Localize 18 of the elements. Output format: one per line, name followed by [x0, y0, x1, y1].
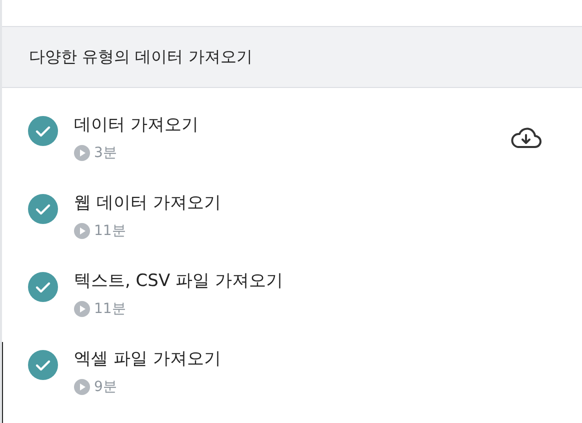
play-icon	[74, 301, 90, 317]
lesson-item[interactable]: 웹 데이터 가져오기 11분	[2, 186, 582, 264]
duration-text: 9분	[94, 378, 117, 396]
lesson-title: 웹 데이터 가져오기	[74, 192, 222, 215]
play-icon	[74, 145, 90, 161]
section-title: 다양한 유형의 데이터 가져오기	[29, 46, 252, 68]
play-icon	[74, 379, 90, 395]
lesson-title: 엑셀 파일 가져오기	[74, 348, 222, 371]
lesson-title: 텍스트, CSV 파일 가져오기	[74, 270, 284, 293]
lesson-item[interactable]: 텍스트, CSV 파일 가져오기 11분	[2, 264, 582, 342]
play-icon	[74, 223, 90, 239]
duration-text: 11분	[94, 222, 126, 240]
cloud-download-icon[interactable]	[510, 126, 542, 150]
section-header[interactable]: 다양한 유형의 데이터 가져오기	[2, 26, 582, 88]
duration-text: 3분	[94, 144, 117, 162]
duration-text: 11분	[94, 300, 126, 318]
lesson-item[interactable]: 데이터 가져오기 3분	[2, 108, 582, 186]
lesson-title: 데이터 가져오기	[74, 114, 200, 137]
